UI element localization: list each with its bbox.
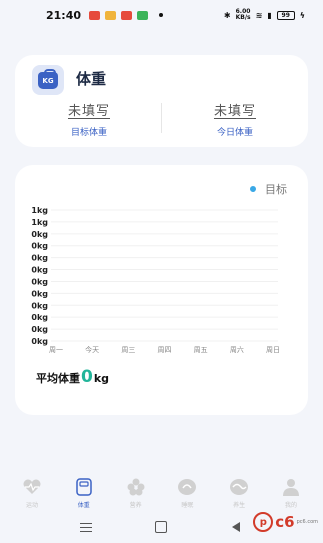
- tab-label: 营养: [129, 502, 142, 509]
- signal-icon: ▮: [267, 10, 272, 20]
- y-tick-label: 0kg: [31, 313, 48, 322]
- y-tick-label: 0kg: [31, 230, 48, 239]
- tab-heart-pulse[interactable]: 运动: [12, 477, 52, 515]
- menu-icon[interactable]: [80, 523, 92, 533]
- weight-chart-card: 目标 1kg 1kg 0kg 0kg 0kg 0kg 0kg 0kg 0kg 0kg 0kg 0kg 周…: [15, 165, 308, 415]
- notification-icon: [105, 10, 117, 20]
- tab-label: 我的: [284, 502, 297, 509]
- tab-flower[interactable]: 营养: [116, 477, 156, 515]
- x-tick-label: 周日: [266, 346, 280, 354]
- y-tick-label: 0kg: [31, 254, 48, 263]
- pc-logo-icon: p: [253, 512, 274, 532]
- notification-icon: [121, 10, 133, 20]
- back-icon[interactable]: [232, 522, 240, 532]
- flower-icon: [125, 477, 147, 497]
- y-tick-label: 0kg: [31, 242, 48, 251]
- status-bar: 21:40 ✱ 6.00 KB/s ≋ ▮ 99 ϟ: [0, 0, 323, 30]
- notification-icon: [89, 10, 101, 20]
- yin-yang-icon: [228, 477, 250, 497]
- y-tick-label: 0kg: [31, 277, 48, 286]
- target-weight-label: 目标体重: [70, 128, 107, 138]
- network-speed: 6.00 KB/s: [235, 8, 251, 21]
- average-value: 0: [81, 367, 93, 387]
- tab-moon[interactable]: 睡眠: [167, 477, 207, 515]
- person-icon: [280, 477, 302, 497]
- y-tick-label: 0kg: [31, 266, 48, 275]
- legend-dot: [250, 186, 256, 192]
- scale-icon: [73, 477, 95, 497]
- tab-scale[interactable]: 体重: [64, 477, 104, 515]
- today-weight[interactable]: 未填写 今日体重: [175, 100, 295, 138]
- home-icon[interactable]: [155, 521, 167, 533]
- charging-icon: ϟ: [299, 10, 305, 20]
- tab-label: 睡眠: [181, 502, 194, 509]
- wifi-icon: ≋: [255, 10, 263, 20]
- x-tick-label: 周三: [121, 346, 135, 354]
- tab-yin-yang[interactable]: 养生: [219, 477, 259, 515]
- moon-icon: [176, 477, 198, 497]
- bottom-tab-bar: 运动 体重 营养 睡眠 养生 我的: [0, 477, 323, 515]
- battery-icon: 99: [276, 10, 295, 20]
- heart-pulse-icon: [21, 477, 43, 497]
- notification-icon: [137, 10, 149, 20]
- y-tick-label: 0kg: [31, 289, 48, 298]
- y-tick-label: 1kg: [31, 218, 48, 227]
- status-right: ✱ 6.00 KB/s ≋ ▮ 99 ϟ: [224, 9, 305, 21]
- scale-kg-icon: KG: [32, 65, 64, 95]
- x-tick-label: 周五: [194, 346, 208, 354]
- today-weight-value[interactable]: 未填写: [214, 100, 256, 119]
- bluetooth-icon: ✱: [223, 10, 231, 20]
- watermark-sub: pc6.com: [296, 519, 318, 525]
- x-tick-label: 周四: [158, 346, 172, 354]
- more-notifications-icon: [159, 13, 164, 17]
- weight-chart: 1kg1kg0kg0kg0kg0kg0kg0kg0kg0kg0kg0kg周一 今天…: [31, 206, 280, 354]
- card-title: 体重: [76, 70, 107, 88]
- target-weight[interactable]: 未填写 目标体重: [29, 100, 149, 138]
- target-weight-value[interactable]: 未填写: [68, 100, 110, 119]
- tab-label: 体重: [77, 502, 90, 509]
- x-tick-label: 今天: [85, 345, 99, 354]
- y-tick-label: 1kg: [31, 206, 48, 215]
- average-label: 平均体重: [36, 372, 80, 385]
- average-unit: kg: [93, 372, 110, 385]
- x-tick-label: 周一: [49, 346, 63, 354]
- watermark-logo: p c6 pc6.com: [253, 512, 318, 532]
- y-tick-label: 0kg: [31, 325, 48, 334]
- y-tick-label: 0kg: [31, 337, 48, 346]
- weight-summary-card: KG 体重 未填写 目标体重 未填写 今日体重: [15, 55, 308, 147]
- watermark-text: c6: [275, 513, 295, 531]
- average-weight: 平均体重 0 kg: [36, 367, 109, 387]
- tab-label: 运动: [25, 502, 38, 509]
- y-tick-label: 0kg: [31, 301, 48, 310]
- tab-label: 养生: [233, 502, 246, 509]
- divider: [161, 103, 162, 133]
- status-time: 21:40: [46, 8, 82, 22]
- x-tick-label: 周六: [230, 345, 244, 354]
- tab-person[interactable]: 我的: [271, 477, 311, 515]
- today-weight-label: 今日体重: [216, 128, 253, 138]
